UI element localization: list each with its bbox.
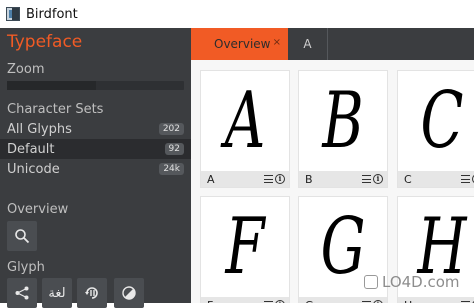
- glyph-cell-b[interactable]: B B i: [298, 70, 388, 188]
- info-icon[interactable]: i: [373, 174, 383, 184]
- arabic-text-icon: لغة: [48, 285, 66, 301]
- zoom-slider[interactable]: [7, 81, 184, 90]
- share-tool-button[interactable]: [7, 278, 37, 308]
- share-icon: [15, 286, 29, 300]
- rotate-tool-button[interactable]: [77, 278, 107, 308]
- character-set-label: Default: [7, 141, 55, 157]
- tab-glyph-a[interactable]: A: [288, 28, 328, 60]
- watermark-logo-icon: [364, 275, 378, 289]
- half-circle-icon: [122, 286, 136, 300]
- overview-section-label: Overview: [7, 202, 69, 217]
- close-icon[interactable]: ×: [273, 37, 281, 48]
- character-sets-label: Character Sets: [7, 102, 104, 117]
- sidebar: Typeface Zoom Character Sets All Glyphs …: [0, 28, 191, 308]
- character-set-default[interactable]: Default 92: [0, 139, 191, 159]
- glyph-cell-footer: G i: [299, 297, 387, 303]
- tab-label: Overview: [214, 37, 271, 51]
- character-set-count-badge: 92: [164, 143, 184, 155]
- glyph-section-label: Glyph: [7, 260, 45, 275]
- glyph-label: B: [305, 172, 313, 186]
- watermark-text: LO4D.com: [382, 273, 460, 291]
- menu-icon[interactable]: [362, 175, 371, 183]
- search-icon: [15, 229, 30, 244]
- arabic-text-tool-button[interactable]: لغة: [42, 278, 72, 308]
- glyph-label: A: [207, 172, 215, 186]
- birdfont-app-icon: [6, 7, 20, 21]
- glyph-cell-a[interactable]: A A i: [200, 70, 290, 188]
- menu-icon[interactable]: [461, 175, 470, 183]
- glyph-cell-footer: A i: [201, 171, 289, 187]
- glyph-cell-footer: C i: [398, 171, 474, 187]
- glyph-preview: B: [322, 76, 364, 166]
- glyph-preview: A: [224, 76, 266, 166]
- glyph-label: G: [305, 299, 314, 304]
- tab-label: A: [303, 37, 312, 51]
- character-set-count-badge: 202: [158, 123, 184, 135]
- zoom-slider-fill: [7, 81, 96, 90]
- watermark: LO4D.com: [364, 273, 460, 291]
- typeface-heading[interactable]: Typeface: [7, 32, 82, 52]
- glyph-label: H: [404, 299, 412, 304]
- rotate-icon: [85, 287, 98, 299]
- info-icon[interactable]: i: [275, 174, 285, 184]
- glyph-cell-f[interactable]: F F i: [200, 196, 290, 303]
- glyph-cell-c[interactable]: C C i: [397, 70, 474, 188]
- character-set-label: Unicode: [7, 161, 60, 177]
- glyph-cell-footer: H i: [398, 297, 474, 303]
- glyph-overview-grid: A A i B B i C C i F F i G G i H: [191, 60, 474, 303]
- character-set-label: All Glyphs: [7, 121, 72, 137]
- tab-bar: Overview × A: [191, 28, 474, 60]
- zoom-label: Zoom: [7, 62, 45, 77]
- glyph-preview: F: [225, 202, 265, 292]
- window-title: Birdfont: [26, 6, 78, 22]
- glyph-label: F: [207, 299, 213, 304]
- character-set-all-glyphs[interactable]: All Glyphs 202: [0, 119, 191, 139]
- title-bar: Birdfont: [0, 0, 474, 28]
- search-button[interactable]: [7, 221, 37, 251]
- glyph-label: C: [404, 172, 412, 186]
- character-set-unicode[interactable]: Unicode 24k: [0, 159, 191, 179]
- glyph-cell-footer: F i: [201, 297, 289, 303]
- half-circle-tool-button[interactable]: [114, 278, 144, 308]
- menu-icon[interactable]: [264, 175, 273, 183]
- glyph-preview: C: [420, 76, 464, 166]
- glyph-cell-footer: B i: [299, 171, 387, 187]
- character-set-count-badge: 24k: [159, 163, 184, 175]
- tab-overview[interactable]: Overview ×: [191, 28, 288, 60]
